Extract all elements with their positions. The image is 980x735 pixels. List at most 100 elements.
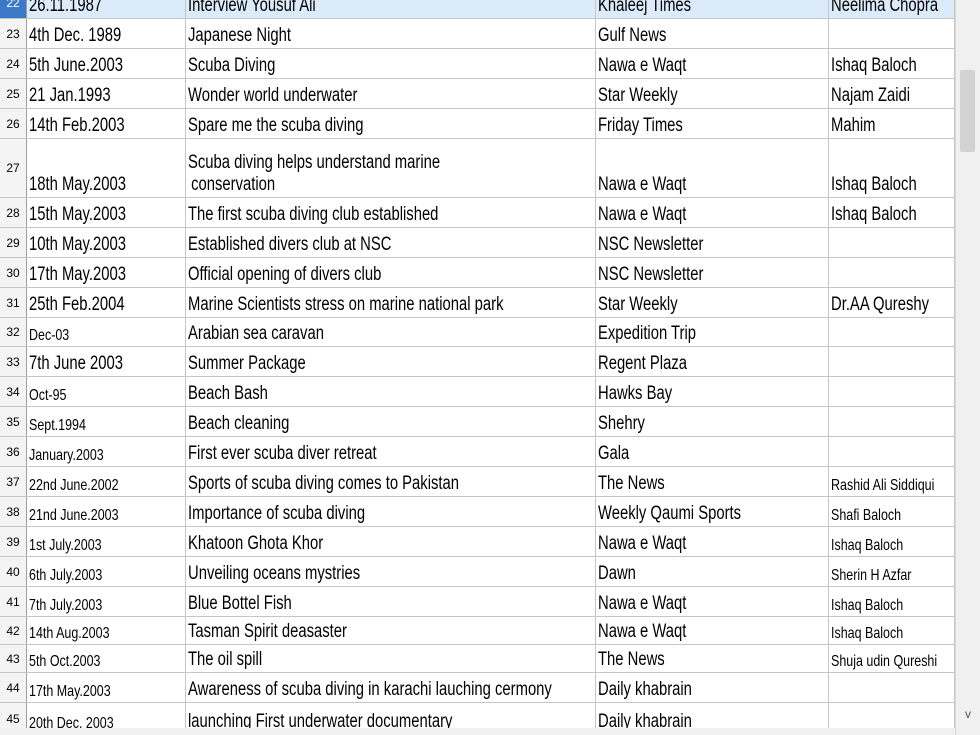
table-row[interactable]: 37 22nd June.2002 Sports of scuba diving c… (0, 467, 955, 497)
title-cell[interactable]: The oil spill (186, 645, 596, 672)
table-row[interactable]: 38 21nd June.2003 Importance of scuba divi… (0, 497, 955, 527)
title-cell[interactable]: Spare me the scuba diving (186, 109, 596, 138)
source-cell[interactable]: The News (596, 467, 829, 496)
table-row[interactable]: 33 7th June 2003 Summer Package Regent Plaz… (0, 347, 955, 377)
date-cell[interactable]: 17th May.2003 (27, 673, 186, 702)
vertical-scrollbar[interactable]: v (955, 0, 980, 735)
source-cell[interactable]: Gala (596, 437, 829, 466)
row-header[interactable]: 33 (0, 347, 27, 376)
title-cell[interactable]: Sports of scuba diving comes to Pakistan (186, 467, 596, 496)
row-header[interactable]: 43 (0, 645, 27, 672)
row-header[interactable]: 39 (0, 527, 27, 556)
title-cell[interactable]: Blue Bottel Fish (186, 587, 596, 616)
author-cell[interactable] (829, 347, 955, 376)
table-row[interactable]: 35 Sept.1994 Beach cleaning Shehry (0, 407, 955, 437)
title-cell[interactable]: Wonder world underwater (186, 79, 596, 108)
title-cell[interactable]: Interview Yousuf Ali (186, 0, 596, 18)
table-row[interactable]: 30 17th May.2003 Official opening of diver… (0, 258, 955, 288)
row-header[interactable]: 30 (0, 258, 27, 287)
table-row[interactable]: 36 January.2003 First ever scuba diver ret… (0, 437, 955, 467)
source-cell[interactable]: Nawa e Waqt (596, 587, 829, 616)
row-header[interactable]: 36 (0, 437, 27, 466)
author-cell[interactable]: Mahim (829, 109, 955, 138)
author-cell[interactable] (829, 437, 955, 466)
date-cell[interactable]: 15th May.2003 (27, 198, 186, 227)
date-cell[interactable]: 22nd June.2002 (27, 467, 186, 496)
table-row[interactable]: 23 4th Dec. 1989 Japanese Night Gulf News (0, 19, 955, 49)
row-header[interactable]: 37 (0, 467, 27, 496)
table-row[interactable]: 41 7th July.2003 Blue Bottel Fish Nawa e Wa… (0, 587, 955, 617)
author-cell[interactable]: Ishaq Baloch (829, 198, 955, 227)
row-header[interactable]: 28 (0, 198, 27, 227)
date-cell[interactable]: 6th July.2003 (27, 557, 186, 586)
title-cell[interactable]: Tasman Spirit deasaster (186, 617, 596, 644)
row-header[interactable]: 22 (0, 0, 27, 18)
author-cell[interactable]: Ishaq Baloch (829, 527, 955, 556)
source-cell[interactable]: The News (596, 645, 829, 672)
author-cell[interactable]: Ishaq Baloch (829, 617, 955, 644)
source-cell[interactable]: Friday Times (596, 109, 829, 138)
author-cell[interactable]: Shafi Baloch (829, 497, 955, 526)
date-cell[interactable]: 5th June.2003 (27, 49, 186, 78)
title-cell[interactable]: Scuba diving helps understand marine cons… (186, 139, 596, 197)
source-cell[interactable]: Star Weekly (596, 79, 829, 108)
date-cell[interactable]: 4th Dec. 1989 (27, 19, 186, 48)
date-cell[interactable]: 25th Feb.2004 (27, 288, 186, 317)
row-header[interactable]: 29 (0, 228, 27, 257)
row-header[interactable]: 42 (0, 617, 27, 644)
source-cell[interactable]: Gulf News (596, 19, 829, 48)
date-cell[interactable]: 18th May.2003 (27, 139, 186, 197)
table-row[interactable]: 39 1st July.2003 Khatoon Ghota Khor Nawa e … (0, 527, 955, 557)
title-cell[interactable]: Marine Scientists stress on marine natio… (186, 288, 596, 317)
title-cell[interactable]: Importance of scuba diving (186, 497, 596, 526)
title-cell[interactable]: Unveiling oceans mystries (186, 557, 596, 586)
title-cell[interactable]: Awareness of scuba diving in karachi lau… (186, 673, 596, 702)
author-cell[interactable] (829, 318, 955, 346)
author-cell[interactable] (829, 19, 955, 48)
row-header[interactable]: 27 (0, 139, 27, 197)
table-row[interactable]: 44 17th May.2003 Awareness of scuba diving… (0, 673, 955, 703)
author-cell[interactable]: Dr.AA Qureshy (829, 288, 955, 317)
date-cell[interactable]: 10th May.2003 (27, 228, 186, 257)
vertical-scroll-thumb[interactable] (960, 70, 975, 152)
source-cell[interactable]: Nawa e Waqt (596, 617, 829, 644)
date-cell[interactable]: January.2003 (27, 437, 186, 466)
source-cell[interactable]: Daily khabrain (596, 673, 829, 702)
source-cell[interactable]: Nawa e Waqt (596, 49, 829, 78)
row-header[interactable]: 38 (0, 497, 27, 526)
table-row[interactable]: 24 5th June.2003 Scuba Diving Nawa e Waqt Is… (0, 49, 955, 79)
row-header[interactable]: 23 (0, 19, 27, 48)
title-cell[interactable]: Beach cleaning (186, 407, 596, 436)
row-header[interactable]: 40 (0, 557, 27, 586)
scroll-down-arrow-icon[interactable]: v (960, 706, 976, 722)
row-header[interactable]: 41 (0, 587, 27, 616)
author-cell[interactable]: Ishaq Baloch (829, 139, 955, 197)
table-row[interactable]: 32 Dec-03 Arabian sea caravan Expedition Tr… (0, 318, 955, 347)
table-row[interactable]: 34 Oct-95 Beach Bash Hawks Bay (0, 377, 955, 407)
date-cell[interactable]: 14th Feb.2003 (27, 109, 186, 138)
title-cell[interactable]: Beach Bash (186, 377, 596, 406)
horizontal-scrollbar[interactable] (0, 728, 955, 735)
table-row[interactable]: 28 15th May.2003 The first scuba diving cl… (0, 198, 955, 228)
title-cell[interactable]: First ever scuba diver retreat (186, 437, 596, 466)
source-cell[interactable]: NSC Newsletter (596, 228, 829, 257)
table-row[interactable]: 43 5th Oct.2003 The oil spill The News Shuja… (0, 645, 955, 673)
source-cell[interactable]: Nawa e Waqt (596, 527, 829, 556)
row-header[interactable]: 24 (0, 49, 27, 78)
source-cell[interactable]: Khaleej Times (596, 0, 829, 18)
date-cell[interactable]: 14th Aug.2003 (27, 617, 186, 644)
date-cell[interactable]: 21nd June.2003 (27, 497, 186, 526)
row-header[interactable]: 25 (0, 79, 27, 108)
author-cell[interactable]: Najam Zaidi (829, 79, 955, 108)
title-cell[interactable]: Scuba Diving (186, 49, 596, 78)
source-cell[interactable]: Nawa e Waqt (596, 139, 829, 197)
date-cell[interactable]: Oct-95 (27, 377, 186, 406)
row-header[interactable]: 32 (0, 318, 27, 346)
author-cell[interactable] (829, 407, 955, 436)
date-cell[interactable]: 26.11.1987 (27, 0, 186, 18)
table-row[interactable]: 22 26.11.1987 Interview Yousuf Ali Khaleej … (0, 0, 955, 19)
author-cell[interactable]: Ishaq Baloch (829, 49, 955, 78)
date-cell[interactable]: Dec-03 (27, 318, 186, 346)
author-cell[interactable]: Ishaq Baloch (829, 587, 955, 616)
author-cell[interactable]: Neelima Chopra (829, 0, 955, 18)
